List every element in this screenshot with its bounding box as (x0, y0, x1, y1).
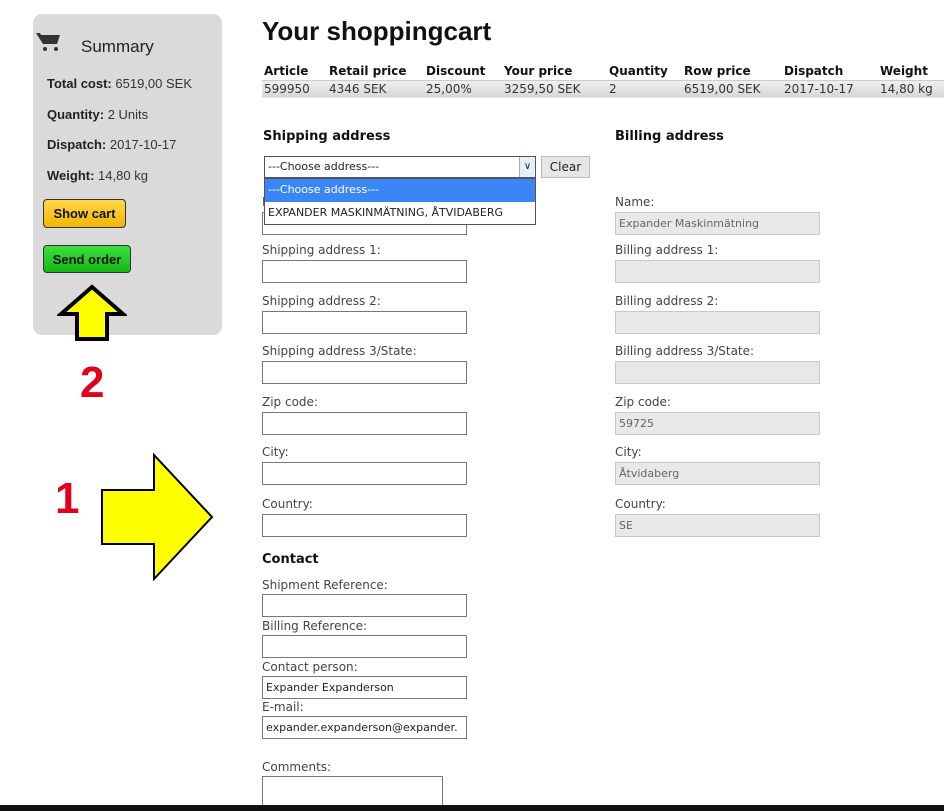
col-quantity: Quantity (609, 64, 668, 79)
show-cart-button[interactable]: Show cart (43, 199, 126, 228)
arrow-up-annotation-icon (57, 284, 127, 341)
step-2-label: 2 (80, 358, 105, 407)
cart-table: Article Retail price Discount Your price… (262, 63, 944, 98)
shipping-city-label: City: (262, 445, 289, 459)
step-1-label: 1 (55, 474, 80, 523)
shipping-heading: Shipping address (263, 129, 391, 144)
shipping-country-label: Country: (262, 497, 313, 511)
col-retail-price: Retail price (329, 64, 407, 79)
shipping-zip-code-input[interactable] (262, 412, 467, 435)
dropdown-option[interactable]: ---Choose address--- (265, 179, 535, 202)
quantity-label: Quantity: (47, 107, 105, 122)
billing-reference-label: Billing Reference: (262, 619, 368, 633)
billing-zip-code-label: Zip code: (615, 395, 671, 409)
email-input[interactable]: expander.expanderson@expander. (262, 716, 467, 739)
contact-person-input[interactable]: Expander Expanderson (262, 676, 467, 699)
dispatch-value: 2017-10-17 (109, 137, 177, 152)
shipping-city-input[interactable] (262, 462, 467, 485)
cell-weight: 14,80 kg (878, 79, 944, 98)
quantity-value: 2 Units (107, 107, 149, 122)
billing-city-label: City: (615, 445, 642, 459)
contact-heading: Contact (262, 552, 319, 567)
cell-article: 599950 (262, 79, 327, 98)
cell-row-price: 6519,00 SEK (682, 79, 782, 98)
shipping-address-3-state-label: Shipping address 3/State: (262, 344, 417, 358)
billing-country-input[interactable]: SE (615, 514, 820, 537)
total-cost-label: Total cost: (47, 76, 112, 91)
summary-title: Summary (81, 37, 154, 56)
billing-address-2-label: Billing address 2: (615, 294, 719, 308)
arrow-right-annotation-icon (101, 452, 214, 582)
billing-address-3-state-input[interactable] (615, 361, 820, 384)
col-dispatch: Dispatch (784, 64, 844, 79)
shipping-address-1-label: Shipping address 1: (262, 243, 381, 257)
billing-name-label: Name: (615, 195, 655, 209)
billing-address-3-state-label: Billing address 3/State: (615, 344, 755, 358)
billing-zip-code-input[interactable]: 59725 (615, 412, 820, 435)
comments-textarea[interactable] (262, 776, 443, 808)
dispatch-label: Dispatch: (47, 137, 107, 152)
col-weight: Weight (880, 64, 928, 79)
col-row-price: Row price (684, 64, 751, 79)
table-row: 599950 4346 SEK 25,00% 3259,50 SEK 2 651… (262, 79, 944, 98)
send-order-button[interactable]: Send order (43, 245, 131, 273)
comments-label: Comments: (262, 760, 332, 774)
address-dropdown: ---Choose address--- EXPANDER MASKINMÄTN… (264, 178, 536, 225)
total-cost: Total cost: 6519,00 SEK (47, 76, 192, 91)
cell-discount: 25,00% (424, 79, 502, 98)
bottom-bar (0, 805, 944, 811)
quantity: Quantity: 2 Units (47, 107, 148, 122)
billing-heading: Billing address (615, 129, 724, 144)
address-select[interactable]: ---Choose address--- ∨ (264, 156, 536, 178)
cell-quantity: 2 (607, 79, 682, 98)
shipping-address-1-input[interactable] (262, 260, 467, 283)
weight-value: 14,80 kg (98, 168, 148, 183)
email-label: E-mail: (262, 700, 304, 714)
col-article: Article (264, 64, 309, 79)
chevron-down-icon[interactable]: ∨ (519, 157, 535, 177)
cell-your-price: 3259,50 SEK (502, 79, 607, 98)
col-discount: Discount (426, 64, 486, 79)
dropdown-option[interactable]: EXPANDER MASKINMÄTNING, ÅTVIDABERG (265, 202, 535, 225)
shipment-reference-input[interactable] (262, 594, 467, 617)
weight-label: Weight: (47, 168, 95, 183)
shipping-zip-code-label: Zip code: (262, 395, 318, 409)
billing-address-2-input[interactable] (615, 311, 820, 334)
total-cost-value: 6519,00 SEK (115, 76, 193, 91)
weight: Weight: 14,80 kg (47, 168, 148, 183)
billing-address-1-input[interactable] (615, 260, 820, 283)
clear-button[interactable]: Clear (541, 156, 590, 178)
cell-retail-price: 4346 SEK (327, 79, 424, 98)
billing-reference-input[interactable] (262, 635, 467, 658)
billing-country-label: Country: (615, 497, 666, 511)
contact-person-label: Contact person: (262, 660, 358, 674)
cell-dispatch: 2017-10-17 (782, 79, 878, 98)
cart-icon (36, 33, 60, 51)
table-header-row: Article Retail price Discount Your price… (262, 63, 944, 80)
dispatch: Dispatch: 2017-10-17 (47, 137, 176, 152)
shipment-reference-label: Shipment Reference: (262, 578, 388, 592)
billing-city-input[interactable]: Åtvidaberg (615, 462, 820, 485)
shipping-address-2-input[interactable] (262, 311, 467, 334)
page-title: Your shoppingcart (262, 16, 492, 46)
address-select-value: ---Choose address--- (268, 160, 380, 173)
shipping-address-3-state-input[interactable] (262, 361, 467, 384)
shipping-country-input[interactable] (262, 514, 467, 537)
billing-address-1-label: Billing address 1: (615, 243, 719, 257)
col-your-price: Your price (504, 64, 573, 79)
shipping-address-2-label: Shipping address 2: (262, 294, 381, 308)
billing-name-input[interactable]: Expander Maskinmätning (615, 212, 820, 235)
